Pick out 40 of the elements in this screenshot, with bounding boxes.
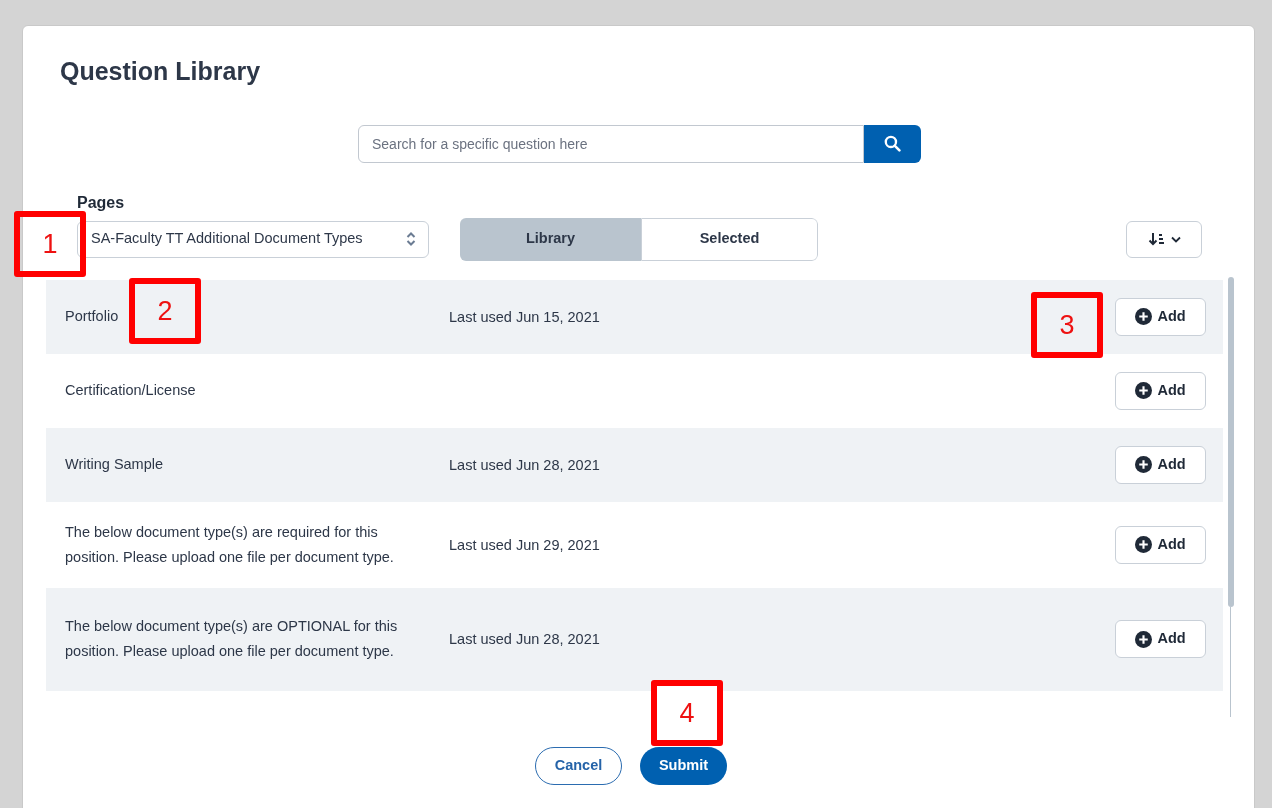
question-name: The below document type(s) are OPTIONAL for this position. Please upload one file per document type.	[65, 618, 398, 659]
add-button[interactable]: Add	[1115, 297, 1206, 336]
dialog-title: Question Library	[60, 56, 261, 87]
question-name: Certification/License	[65, 382, 196, 398]
scrollbar-thumb[interactable]	[1228, 276, 1234, 607]
sort-icon	[1147, 232, 1166, 246]
search-field[interactable]: Search for a specific question here	[358, 124, 864, 163]
plus-circle-icon	[1135, 456, 1153, 473]
search-icon	[884, 135, 901, 152]
add-button[interactable]: Add	[1115, 620, 1206, 658]
chevron-down-icon	[1170, 235, 1181, 243]
pages-select[interactable]: SA-Faculty TT Additional Document Types	[77, 220, 429, 258]
submit-button[interactable]: Submit	[640, 746, 727, 785]
plus-circle-icon	[1135, 536, 1153, 553]
question-row[interactable]: The below document type(s) are OPTIONAL for this position. Please upload one file per document type. Last used Jun 28, 2021 Add	[46, 587, 1223, 691]
search-button[interactable]	[864, 124, 921, 163]
last-used-date: Last used Jun 28, 2021	[449, 631, 600, 647]
plus-circle-icon	[1135, 382, 1153, 399]
view-tab[interactable]: Library	[460, 217, 641, 261]
plus-circle-icon	[1135, 308, 1153, 325]
add-button[interactable]: Add	[1115, 525, 1206, 564]
question-name: The below document type(s) are required for this position. Please upload one file per document type.	[65, 523, 394, 565]
callout-marker: 3	[1031, 292, 1103, 358]
cancel-button[interactable]: Cancel	[535, 746, 622, 785]
view-tab[interactable]: Selected	[641, 217, 818, 261]
callout-marker: 1	[14, 211, 86, 277]
chevron-updown-icon	[406, 231, 416, 247]
pages-label: Pages	[77, 192, 125, 213]
callout-marker: 2	[129, 278, 201, 344]
question-row[interactable]: Writing Sample Last used Jun 28, 2021 Add	[46, 427, 1223, 502]
callout-marker: 4	[651, 680, 723, 746]
add-button[interactable]: Add	[1115, 371, 1206, 410]
question-name: Portfolio	[65, 308, 119, 324]
last-used-date: Last used Jun 15, 2021	[449, 308, 600, 325]
last-used-date: Last used Jun 29, 2021	[449, 536, 600, 553]
plus-circle-icon	[1135, 630, 1153, 648]
question-name: Writing Sample	[65, 456, 164, 472]
sort-button[interactable]	[1126, 220, 1202, 258]
add-button[interactable]: Add	[1115, 445, 1206, 484]
last-used-date: Last used Jun 28, 2021	[449, 456, 600, 473]
